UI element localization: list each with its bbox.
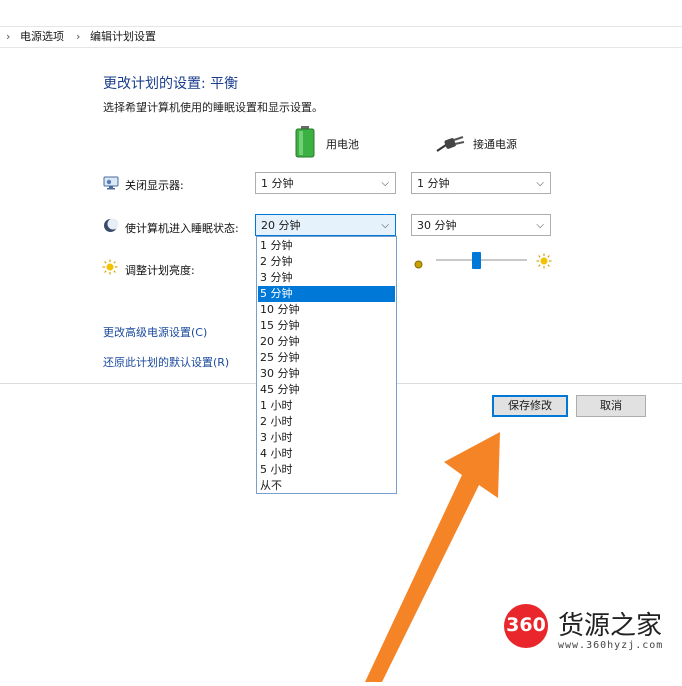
bright-sun-icon (536, 253, 552, 273)
dropdown-option[interactable]: 1 小时 (258, 398, 395, 414)
sleep-label: 使计算机进入睡眠状态: (125, 222, 239, 235)
dropdown-option[interactable]: 15 分钟 (258, 318, 395, 334)
dropdown-option[interactable]: 20 分钟 (258, 334, 395, 350)
watermark-text: 货源之家 (558, 611, 663, 641)
arrow-annotation (360, 432, 510, 686)
watermark-badge-text: 360 (506, 614, 546, 636)
dropdown-option[interactable]: 45 分钟 (258, 382, 395, 398)
brightness-slider-thumb[interactable] (472, 252, 482, 269)
save-button[interactable]: 保存修改 (492, 395, 568, 417)
sleep-battery-value: 20 分钟 (261, 219, 301, 232)
page-subtitle: 选择希望计算机使用的睡眠设置和显示设置。 (103, 101, 323, 114)
sun-icon (102, 259, 118, 279)
dropdown-option[interactable]: 1 分钟 (258, 238, 395, 254)
dropdown-option[interactable]: 25 分钟 (258, 350, 395, 366)
breadcrumb-power-options[interactable]: 电源选项 (20, 27, 64, 47)
breadcrumb-separator: › (76, 30, 81, 43)
watermark-url: www.360hyzj.com (558, 640, 664, 651)
chevron-down-icon: ⌵ (381, 220, 389, 231)
breadcrumb-separator: › (6, 30, 11, 43)
breadcrumb: › 电源选项 › 编辑计划设置 (0, 27, 682, 48)
power-plug-icon (436, 133, 466, 157)
display-off-battery-value: 1 分钟 (261, 177, 294, 190)
dropdown-option[interactable]: 2 小时 (258, 414, 395, 430)
dropdown-option[interactable]: 2 分钟 (258, 254, 395, 270)
plugged-in-column-header: 接通电源 (473, 138, 517, 151)
chevron-down-icon: ⌵ (536, 220, 544, 231)
sleep-plugged-select[interactable]: 30 分钟 ⌵ (411, 214, 551, 236)
sleep-battery-select[interactable]: 20 分钟 ⌵ (255, 214, 396, 236)
chevron-down-icon: ⌵ (536, 178, 544, 189)
cancel-button[interactable]: 取消 (576, 395, 646, 417)
display-off-plugged-value: 1 分钟 (417, 177, 450, 190)
brightness-label: 调整计划亮度: (125, 264, 195, 277)
dropdown-option[interactable]: 30 分钟 (258, 366, 395, 382)
battery-column-header: 用电池 (326, 138, 359, 151)
advanced-settings-link[interactable]: 更改高级电源设置(C) (103, 324, 207, 340)
sleep-plugged-value: 30 分钟 (417, 219, 457, 232)
display-off-label: 关闭显示器: (125, 179, 184, 192)
breadcrumb-edit-plan: 编辑计划设置 (90, 30, 156, 43)
battery-icon (295, 126, 315, 162)
brightness-slider-track[interactable] (436, 259, 527, 261)
display-off-plugged-select[interactable]: 1 分钟 ⌵ (411, 172, 551, 194)
page-title: 更改计划的设置: 平衡 (103, 76, 239, 92)
dim-sun-icon (413, 255, 424, 274)
window-top-bar (0, 0, 682, 27)
dropdown-option[interactable]: 5 分钟 (258, 286, 395, 302)
dropdown-option[interactable]: 3 分钟 (258, 270, 395, 286)
dropdown-option[interactable]: 10 分钟 (258, 302, 395, 318)
moon-icon (103, 218, 119, 237)
chevron-down-icon: ⌵ (381, 178, 389, 189)
restore-defaults-link[interactable]: 还原此计划的默认设置(R) (103, 354, 229, 370)
monitor-icon (103, 175, 119, 194)
display-off-battery-select[interactable]: 1 分钟 ⌵ (255, 172, 396, 194)
watermark-logo-icon: 360 (502, 603, 550, 649)
